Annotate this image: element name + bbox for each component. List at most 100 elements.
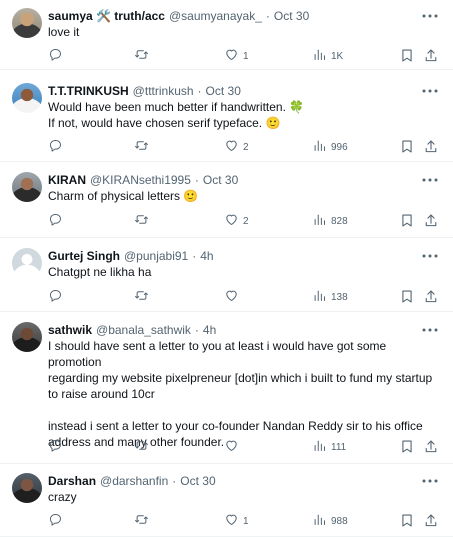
reply-button[interactable]	[48, 289, 63, 305]
bookmark-button[interactable]	[400, 289, 414, 309]
views-icon	[312, 438, 327, 456]
timestamp[interactable]: Oct 30	[203, 172, 238, 188]
author-handle[interactable]: @KIRANsethi1995	[90, 172, 191, 188]
views-button[interactable]: 111	[312, 439, 346, 455]
like-button[interactable]: 2	[224, 213, 249, 229]
tweet-header: KIRAN @KIRANsethi1995 · Oct 30	[48, 172, 238, 188]
like-icon	[224, 138, 239, 156]
bookmark-button[interactable]	[400, 139, 414, 159]
tweet-actions: 1 1K	[48, 48, 443, 64]
more-icon[interactable]	[421, 473, 439, 489]
tweet-reply[interactable]: saumya 🛠️ truth/acc @saumyanayak_ · Oct …	[0, 0, 453, 70]
avatar[interactable]	[12, 322, 42, 352]
like-count: 1	[243, 515, 249, 527]
tweet-reply[interactable]: sathwik @banala_sathwik · 4h I should ha…	[0, 312, 453, 464]
timestamp[interactable]: Oct 30	[274, 8, 309, 24]
tweet-text: crazy	[48, 490, 77, 504]
views-count: 828	[331, 215, 348, 227]
like-count: 2	[243, 141, 249, 153]
like-button[interactable]: 1	[224, 513, 249, 529]
tweet-reply[interactable]: KIRAN @KIRANsethi1995 · Oct 30 Charm of …	[0, 162, 453, 238]
share-icon	[424, 214, 438, 232]
bookmark-button[interactable]	[400, 439, 414, 459]
author-handle[interactable]: @darshanfin	[100, 473, 168, 489]
tweet-actions: 2 996	[48, 139, 443, 155]
more-icon[interactable]	[421, 322, 439, 338]
author-name[interactable]: sathwik	[48, 322, 92, 338]
like-button[interactable]: 1	[224, 48, 249, 64]
retweet-icon	[134, 138, 149, 156]
retweet-button[interactable]	[134, 213, 149, 229]
bookmark-button[interactable]	[400, 513, 414, 533]
tweet-text: Charm of physical letters 🙂	[48, 189, 199, 203]
share-button[interactable]	[424, 213, 438, 233]
tweet-text: I should have sent a letter to you at le…	[48, 339, 433, 449]
author-handle[interactable]: @tttrinkush	[133, 83, 194, 99]
views-count: 988	[331, 515, 348, 527]
share-button[interactable]	[424, 139, 438, 159]
retweet-button[interactable]	[134, 139, 149, 155]
like-icon	[224, 438, 239, 456]
tweet-reply[interactable]: T.T.TRINKUSH @tttrinkush · Oct 30 Would …	[0, 70, 453, 162]
retweet-button[interactable]	[134, 513, 149, 529]
share-button[interactable]	[424, 439, 438, 459]
views-button[interactable]: 996	[312, 139, 348, 155]
bookmark-icon	[400, 49, 414, 67]
author-handle[interactable]: @saumyanayak_	[169, 8, 262, 24]
views-button[interactable]: 1K	[312, 48, 343, 64]
like-button[interactable]	[224, 439, 243, 455]
tweet-text: Would have been much better if handwritt…	[48, 100, 305, 130]
views-icon	[312, 512, 327, 530]
avatar[interactable]	[12, 83, 42, 113]
separator-dot: ·	[194, 323, 199, 337]
views-button[interactable]: 988	[312, 513, 348, 529]
more-icon[interactable]	[421, 83, 439, 99]
views-count: 996	[331, 141, 348, 153]
author-handle[interactable]: @punjabi91	[124, 248, 188, 264]
more-icon[interactable]	[421, 248, 439, 264]
reply-button[interactable]	[48, 139, 63, 155]
author-handle[interactable]: @banala_sathwik	[96, 322, 191, 338]
retweet-button[interactable]	[134, 439, 149, 455]
timestamp[interactable]: 4h	[200, 248, 213, 264]
author-name[interactable]: saumya 🛠️ truth/acc	[48, 8, 165, 24]
avatar[interactable]	[12, 473, 42, 503]
timestamp[interactable]: Oct 30	[180, 473, 215, 489]
more-icon[interactable]	[421, 8, 439, 24]
share-button[interactable]	[424, 289, 438, 309]
reply-icon	[48, 512, 63, 530]
author-name[interactable]: KIRAN	[48, 172, 86, 188]
share-button[interactable]	[424, 48, 438, 68]
share-icon	[424, 290, 438, 308]
bookmark-button[interactable]	[400, 213, 414, 233]
author-name[interactable]: Darshan	[48, 473, 96, 489]
reply-button[interactable]	[48, 439, 63, 455]
author-name[interactable]: T.T.TRINKUSH	[48, 83, 129, 99]
retweet-button[interactable]	[134, 48, 149, 64]
tweet-header: T.T.TRINKUSH @tttrinkush · Oct 30	[48, 83, 241, 99]
share-button[interactable]	[424, 513, 438, 533]
bookmark-icon	[400, 290, 414, 308]
reply-icon	[48, 288, 63, 306]
views-count: 111	[331, 441, 347, 453]
reply-button[interactable]	[48, 48, 63, 64]
reply-button[interactable]	[48, 213, 63, 229]
avatar[interactable]	[12, 172, 42, 202]
reply-button[interactable]	[48, 513, 63, 529]
like-button[interactable]	[224, 289, 243, 305]
tweet-reply[interactable]: Gurtej Singh @punjabi91 · 4h Chatgpt ne …	[0, 238, 453, 312]
views-button[interactable]: 138	[312, 289, 348, 305]
retweet-button[interactable]	[134, 289, 149, 305]
avatar[interactable]	[12, 248, 42, 278]
tweet-reply[interactable]: Darshan @darshanfin · Oct 30 crazy 1 988	[0, 464, 453, 537]
more-icon[interactable]	[421, 172, 439, 188]
views-button[interactable]: 828	[312, 213, 348, 229]
like-count: 1	[243, 50, 249, 62]
views-icon	[312, 288, 327, 306]
timestamp[interactable]: Oct 30	[206, 83, 241, 99]
bookmark-button[interactable]	[400, 48, 414, 68]
avatar[interactable]	[12, 8, 42, 38]
timestamp[interactable]: 4h	[203, 322, 216, 338]
like-button[interactable]: 2	[224, 139, 249, 155]
author-name[interactable]: Gurtej Singh	[48, 248, 120, 264]
